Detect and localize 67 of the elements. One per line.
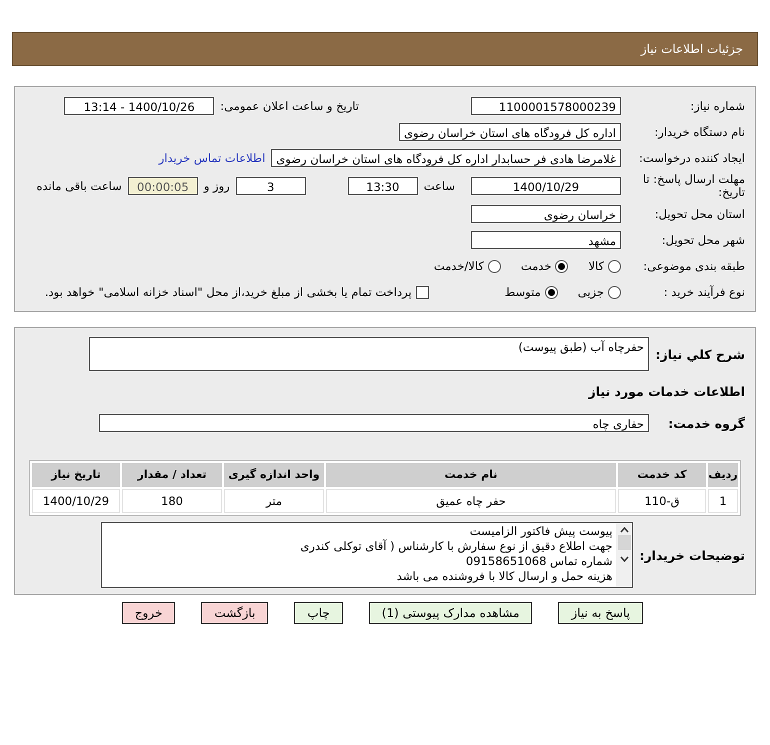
table-cell: حفر چاه عمیق xyxy=(326,489,616,513)
text-field[interactable]: خراسان رضوی xyxy=(471,205,621,223)
radio-button[interactable] xyxy=(608,286,621,298)
field-label: تاریخ و ساعت اعلان عمومی: xyxy=(220,99,359,113)
note-line: جهت اطلاع دقیق از نوع سفارش با کارشناس ( آقای توکلی کندری xyxy=(299,539,612,554)
field-label: استان محل تحویل: xyxy=(654,207,745,221)
column-header: تاریخ نیاز xyxy=(32,463,120,487)
section-heading: اطلاعات خدمات مورد نیاز xyxy=(588,384,745,398)
action-button[interactable]: خروج xyxy=(122,602,176,624)
radio-label: کالا xyxy=(588,259,604,273)
field-label: توضیحات خریدار: xyxy=(639,548,745,562)
note-line: هزینه حمل و ارسال کالا با فروشنده می باشد xyxy=(396,569,612,584)
field-label: نوع فرآیند خرید : xyxy=(662,285,745,299)
column-header: رديف xyxy=(708,463,738,487)
scrollbar[interactable] xyxy=(616,523,632,587)
radio-button[interactable] xyxy=(608,260,621,272)
date-field[interactable]: 1400/10/29 xyxy=(471,177,621,195)
time-field[interactable]: 13:30 xyxy=(348,177,418,195)
scroll-up-icon[interactable] xyxy=(620,527,629,533)
text-field[interactable]: اداره کل فرودگاه های استان خراسان رضوی xyxy=(398,123,621,141)
text-field[interactable]: 1400/10/26 - 13:14 xyxy=(64,97,214,115)
radio-button[interactable] xyxy=(555,260,568,272)
scroll-down-icon[interactable] xyxy=(620,556,629,562)
field-label: طبقه بندی موضوعی: xyxy=(642,259,745,273)
field-label: روز و xyxy=(204,179,230,193)
action-button[interactable]: مشاهده مدارک پیوستی (1) xyxy=(368,602,532,624)
table-cell: ق-110 xyxy=(618,489,706,513)
column-header: تعداد / مقدار xyxy=(122,463,222,487)
checkbox-label: پرداخت تمام یا بخشی از مبلغ خرید،از محل "اسناد خزانه اسلامی" خواهد بود. xyxy=(44,285,412,299)
summary-field[interactable]: حفرچاه آب (طبق پیوست) xyxy=(89,337,649,371)
column-header: نام خدمت xyxy=(326,463,616,487)
table-cell: متر xyxy=(224,489,324,513)
note-line: پیوست پیش فاکتور الزامیست xyxy=(468,524,612,539)
column-header: کد خدمت xyxy=(618,463,706,487)
radio-button[interactable] xyxy=(544,286,558,298)
field-label: ایجاد کننده درخواست: xyxy=(638,151,745,165)
text-field[interactable]: غلامرضا هادی فر حسابدار اداره کل فرودگاه های استان خراسان رضوی xyxy=(271,149,621,167)
field-label: شهر محل تحویل: xyxy=(660,233,745,247)
action-button[interactable]: بازگشت xyxy=(201,602,268,624)
days-field: 3 xyxy=(236,177,306,195)
radio-label: خدمت xyxy=(520,259,552,273)
field-label: ساعت xyxy=(424,179,455,193)
field-label: گروه خدمت: xyxy=(667,416,745,430)
note-line: شماره تماس 09158651068 xyxy=(464,554,612,569)
notes-textarea[interactable]: پیوست پیش فاکتور الزامیست جهت اطلاع دقیق از نوع سفارش با کارشناس ( آقای توکلی کندری شماره تماس 09158651068 هزینه حمل و ارسال کالا با فروشنده می باشد xyxy=(101,522,634,588)
checkbox[interactable] xyxy=(416,286,429,298)
field-label: ساعت باقی مانده xyxy=(36,179,122,193)
service-group-field[interactable]: حفاری چاه xyxy=(99,414,649,432)
field-label: نام دستگاه خریدار: xyxy=(653,125,745,139)
action-button[interactable]: پاسخ به نیاز xyxy=(558,602,643,624)
table-cell: 1 xyxy=(708,489,738,513)
text-field[interactable]: مشهد xyxy=(471,231,621,249)
radio-button[interactable] xyxy=(488,260,501,272)
table-cell: 1400/10/29 xyxy=(32,489,120,513)
radio-label: جزیی xyxy=(578,285,604,299)
radio-label: کالا/خدمت xyxy=(434,259,484,273)
column-header: واحد اندازه گیری xyxy=(224,463,324,487)
field-label: شماره نیاز: xyxy=(689,99,745,113)
radio-label: متوسط xyxy=(504,285,541,299)
text-field[interactable]: 1100001578000239 xyxy=(471,97,621,115)
action-button[interactable]: چاپ xyxy=(294,602,343,624)
table-cell: 180 xyxy=(122,489,222,513)
contact-link[interactable]: اطلاعات تماس خریدار xyxy=(158,151,266,165)
page-title: جزئیات اطلاعات نیاز xyxy=(640,42,743,56)
countdown-field: 00:00:05 xyxy=(128,177,198,195)
field-label: شرح کلي نياز: xyxy=(655,346,745,362)
field-label: مهلت ارسال پاسخ: تا تاریخ: xyxy=(642,173,745,199)
